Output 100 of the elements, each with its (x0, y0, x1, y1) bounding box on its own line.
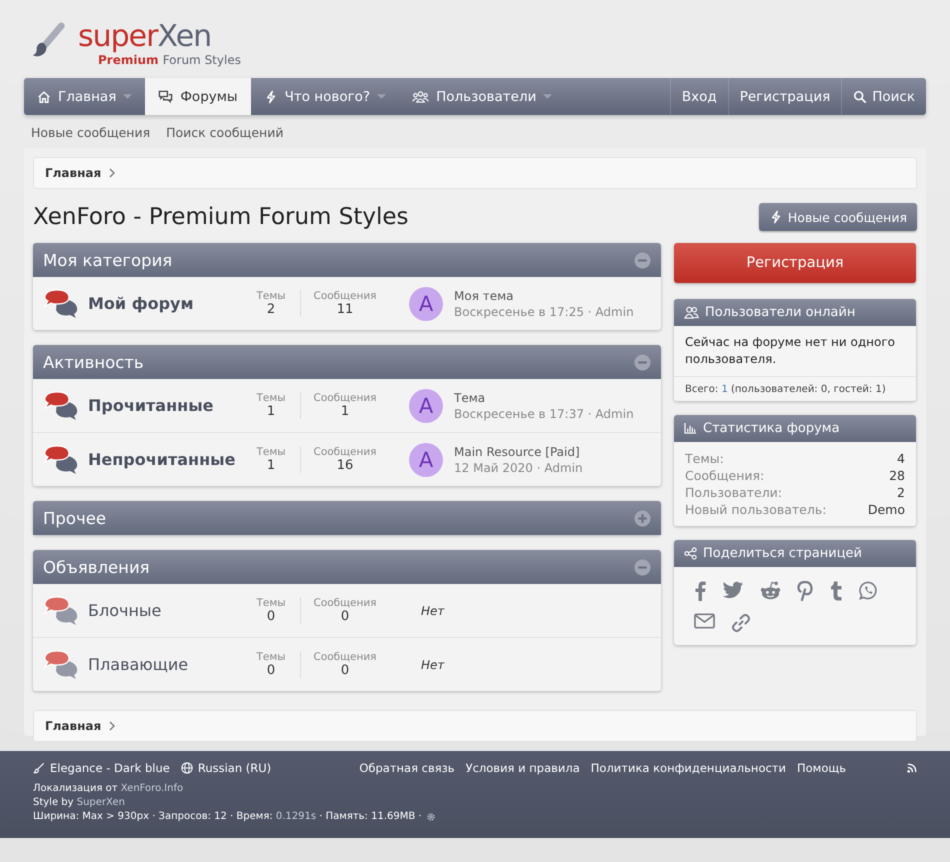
stat-label: Новый пользователь: (685, 501, 826, 518)
footer-link[interactable]: Помощь (796, 761, 846, 775)
share-nodes-icon (684, 547, 697, 560)
debug-info-text: Ширина: Max > 930px · Запросов: 12 · Время: 0.1291s · Память: 11.69MB · (33, 810, 422, 824)
twitter-bird-icon[interactable] (722, 581, 744, 600)
search-icon (853, 90, 868, 104)
facebook-icon[interactable] (694, 581, 706, 601)
bar-chart-icon (684, 423, 697, 434)
widget-title: Поделиться страницей (703, 546, 862, 561)
avatar[interactable]: A (409, 388, 443, 422)
footer-link[interactable]: Политика конфиденциальности (590, 761, 786, 775)
forum-title-link[interactable]: Непрочитанные (88, 448, 238, 470)
stat-label: Сообщения (313, 446, 376, 458)
stat-value: 1 (266, 404, 276, 419)
register-button[interactable]: Регистрация (674, 243, 916, 283)
credit-text: Style by SuperXen (33, 796, 126, 810)
stat-value: 4 (897, 450, 905, 467)
forum-title-link[interactable]: Прочитанные (88, 394, 238, 416)
logo-tagline: Premium Forum Styles (98, 53, 241, 67)
search-link[interactable]: Поиск (841, 78, 926, 115)
stat-label: Сообщения: (685, 467, 764, 484)
stat-label: Темы (256, 290, 286, 302)
online-total-text: Всего: 1 (пользователей: 0, гостей: 1) (674, 376, 916, 395)
nav-tab[interactable]: Что нового? (250, 78, 400, 115)
forum-title-link[interactable]: Плавающие (88, 654, 238, 676)
forum-title-link[interactable]: Мой форум (88, 292, 238, 314)
last-thread-link[interactable]: Тема (454, 390, 634, 404)
stat-label: Темы (256, 651, 286, 663)
paintbrush-icon (33, 762, 45, 774)
widget-title: Статистика форума (703, 421, 840, 436)
stat-value: 0 (266, 663, 276, 678)
footer-link[interactable]: Условия и правила (466, 761, 580, 775)
stat-value: 2 (266, 302, 276, 317)
footer-link[interactable]: Обратная связь (359, 761, 455, 775)
avatar[interactable]: A (409, 442, 443, 476)
new-posts-button[interactable]: Новые сообщения (758, 203, 917, 231)
last-thread-link[interactable]: Моя тема (454, 288, 634, 302)
stat-label: Темы (256, 446, 286, 458)
category-title[interactable]: Моя категория (43, 250, 634, 270)
credit-link[interactable]: XenForo.Info (120, 783, 184, 794)
category-title[interactable]: Активность (43, 352, 634, 372)
credit-text: Локализация от XenForo.Info (33, 782, 184, 796)
avatar[interactable]: A (409, 286, 443, 320)
register-link[interactable]: Регистрация (728, 78, 842, 115)
stat-value: 0 (266, 609, 276, 624)
stat-value: 1 (266, 458, 276, 473)
online-status-text: Сейчас на форуме нет ни одного пользователя. (685, 334, 896, 368)
last-post-meta: 12 Май 2020 · Admin (454, 460, 583, 474)
last-thread-link[interactable]: Main Resource [Paid] (454, 444, 583, 458)
collapse-minus-icon[interactable] (634, 558, 651, 576)
stat-label: Сообщения (313, 290, 376, 302)
stat-value: 1 (340, 404, 350, 419)
last-post-meta: Воскресенье в 17:37 · Admin (454, 406, 634, 420)
rss-icon[interactable] (907, 763, 917, 773)
widget-title: Пользователи онлайн (705, 305, 856, 320)
pinterest-icon[interactable] (797, 581, 813, 601)
gear-icon (426, 812, 436, 822)
logo-wordmark: superXen (78, 22, 212, 52)
stat-label: Сообщения (313, 392, 376, 404)
chevron-right-icon (109, 721, 116, 731)
users-icon (412, 90, 430, 104)
stat-label: Темы: (685, 450, 724, 467)
stat-value: 0 (340, 663, 350, 678)
forum-title-link[interactable]: Блочные (88, 600, 238, 622)
no-posts-text: Нет (421, 604, 444, 618)
stat-label: Сообщения (313, 651, 376, 663)
whatsapp-icon[interactable] (859, 581, 878, 600)
language-chooser-link[interactable]: Russian (RU) (180, 761, 272, 775)
globe-icon (180, 762, 193, 774)
credit-link[interactable]: SuperXen (76, 797, 125, 808)
nav-tab[interactable]: Форумы (145, 78, 251, 115)
subnav-link[interactable]: Новые сообщения (31, 125, 150, 140)
breadcrumb-link[interactable]: Главная (45, 719, 102, 733)
stat-value: 16 (336, 458, 354, 473)
tumblr-icon[interactable] (829, 581, 843, 601)
stat-value: 28 (889, 467, 905, 484)
chain-link-icon[interactable] (731, 613, 751, 633)
login-link[interactable]: Вход (670, 78, 728, 115)
style-chooser-link[interactable]: Elegance - Dark blue (33, 761, 170, 775)
stat-value: Demo (868, 501, 905, 518)
nav-tab[interactable]: Главная (24, 78, 146, 115)
stat-label: Темы (256, 392, 286, 404)
home-icon (37, 90, 51, 104)
stat-label: Сообщения (313, 597, 376, 609)
subnav-link[interactable]: Поиск сообщений (166, 125, 284, 140)
page-title: XenForo - Premium Forum Styles (33, 204, 409, 230)
stat-label: Пользователи: (685, 484, 782, 501)
collapse-minus-icon[interactable] (634, 354, 651, 370)
chat-bubbles-icon (158, 89, 174, 104)
category-title[interactable]: Объявления (43, 558, 634, 576)
expand-plus-icon[interactable] (634, 510, 651, 526)
nav-tab[interactable]: Пользователи (399, 78, 566, 115)
no-posts-text: Нет (421, 658, 444, 672)
collapse-minus-icon[interactable] (634, 252, 651, 268)
stat-value: 0 (340, 609, 350, 624)
breadcrumb-link[interactable]: Главная (45, 166, 102, 180)
last-post-meta: Воскресенье в 17:25 · Admin (454, 304, 634, 318)
chevron-right-icon (109, 168, 116, 178)
reddit-alien-icon[interactable] (760, 581, 781, 600)
envelope-icon[interactable] (694, 613, 715, 629)
